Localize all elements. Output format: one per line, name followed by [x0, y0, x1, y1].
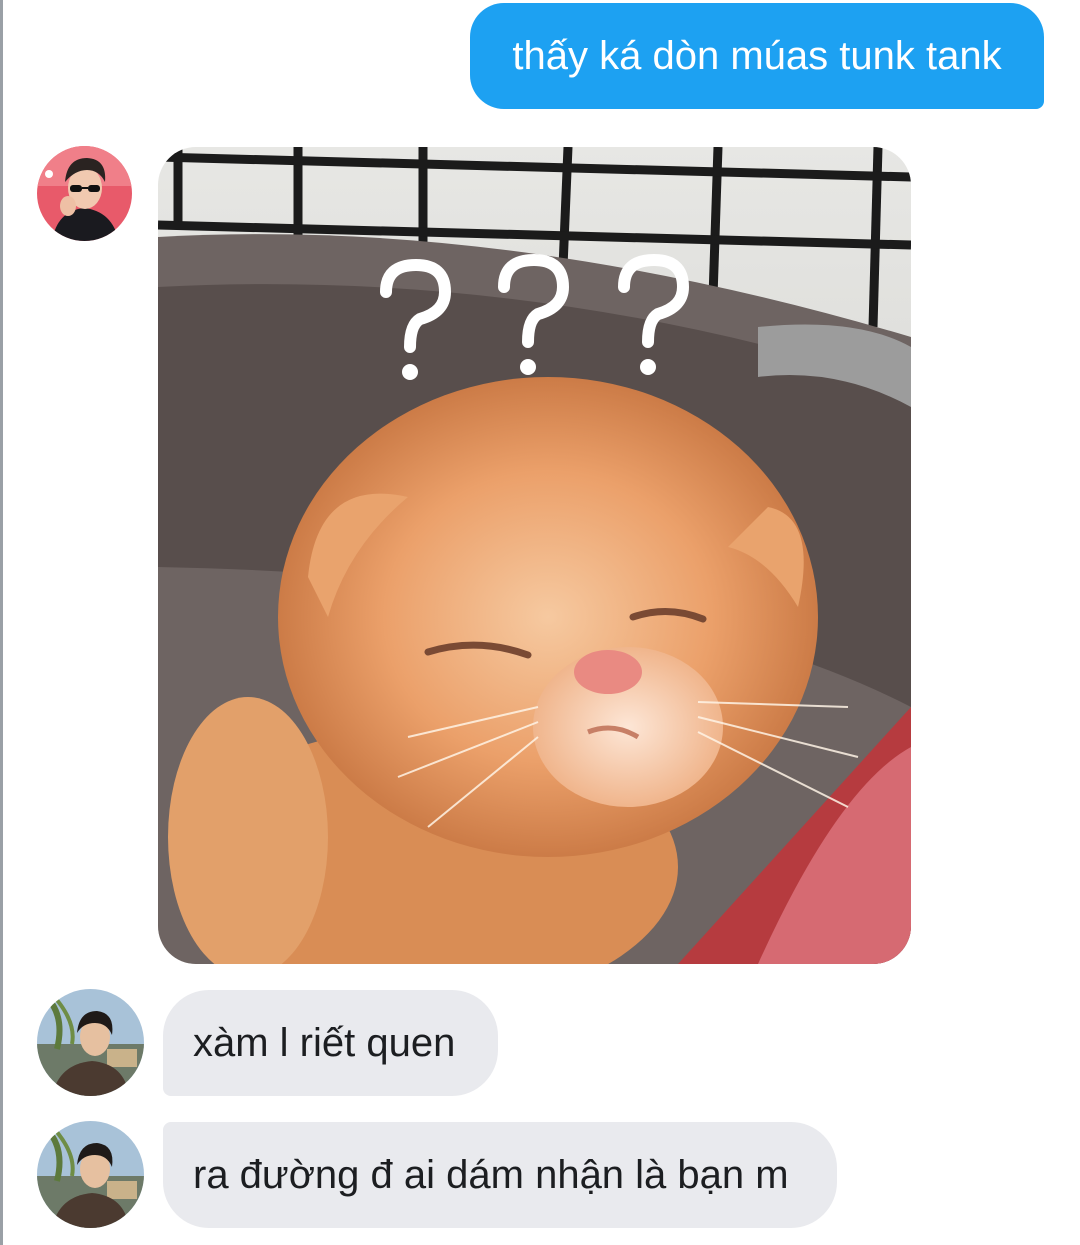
sender-avatar[interactable] — [37, 146, 132, 241]
avatar-image — [37, 989, 144, 1096]
incoming-message-bubble[interactable]: ra đường đ ai dám nhận là bạn m — [163, 1122, 837, 1228]
question-marks-overlay: ? ? ? — [158, 147, 161, 148]
kitten-photo: ? ? ? — [158, 147, 911, 964]
screen-edge — [0, 0, 3, 1245]
incoming-message-text: xàm l riết quen — [193, 1021, 456, 1065]
avatar-image — [37, 146, 132, 241]
avatar-image — [37, 1121, 144, 1228]
outgoing-message-bubble[interactable]: thấy ká dòn múas tunk tank — [470, 3, 1044, 109]
sender-avatar[interactable] — [37, 1121, 144, 1228]
sender-avatar[interactable] — [37, 989, 144, 1096]
incoming-message-text: ra đường đ ai dám nhận là bạn m — [193, 1153, 789, 1197]
image-message[interactable]: ? ? ? — [158, 147, 911, 964]
outgoing-message-text: thấy ká dòn múas tunk tank — [512, 34, 1002, 78]
incoming-message-bubble[interactable]: xàm l riết quen — [163, 990, 498, 1096]
